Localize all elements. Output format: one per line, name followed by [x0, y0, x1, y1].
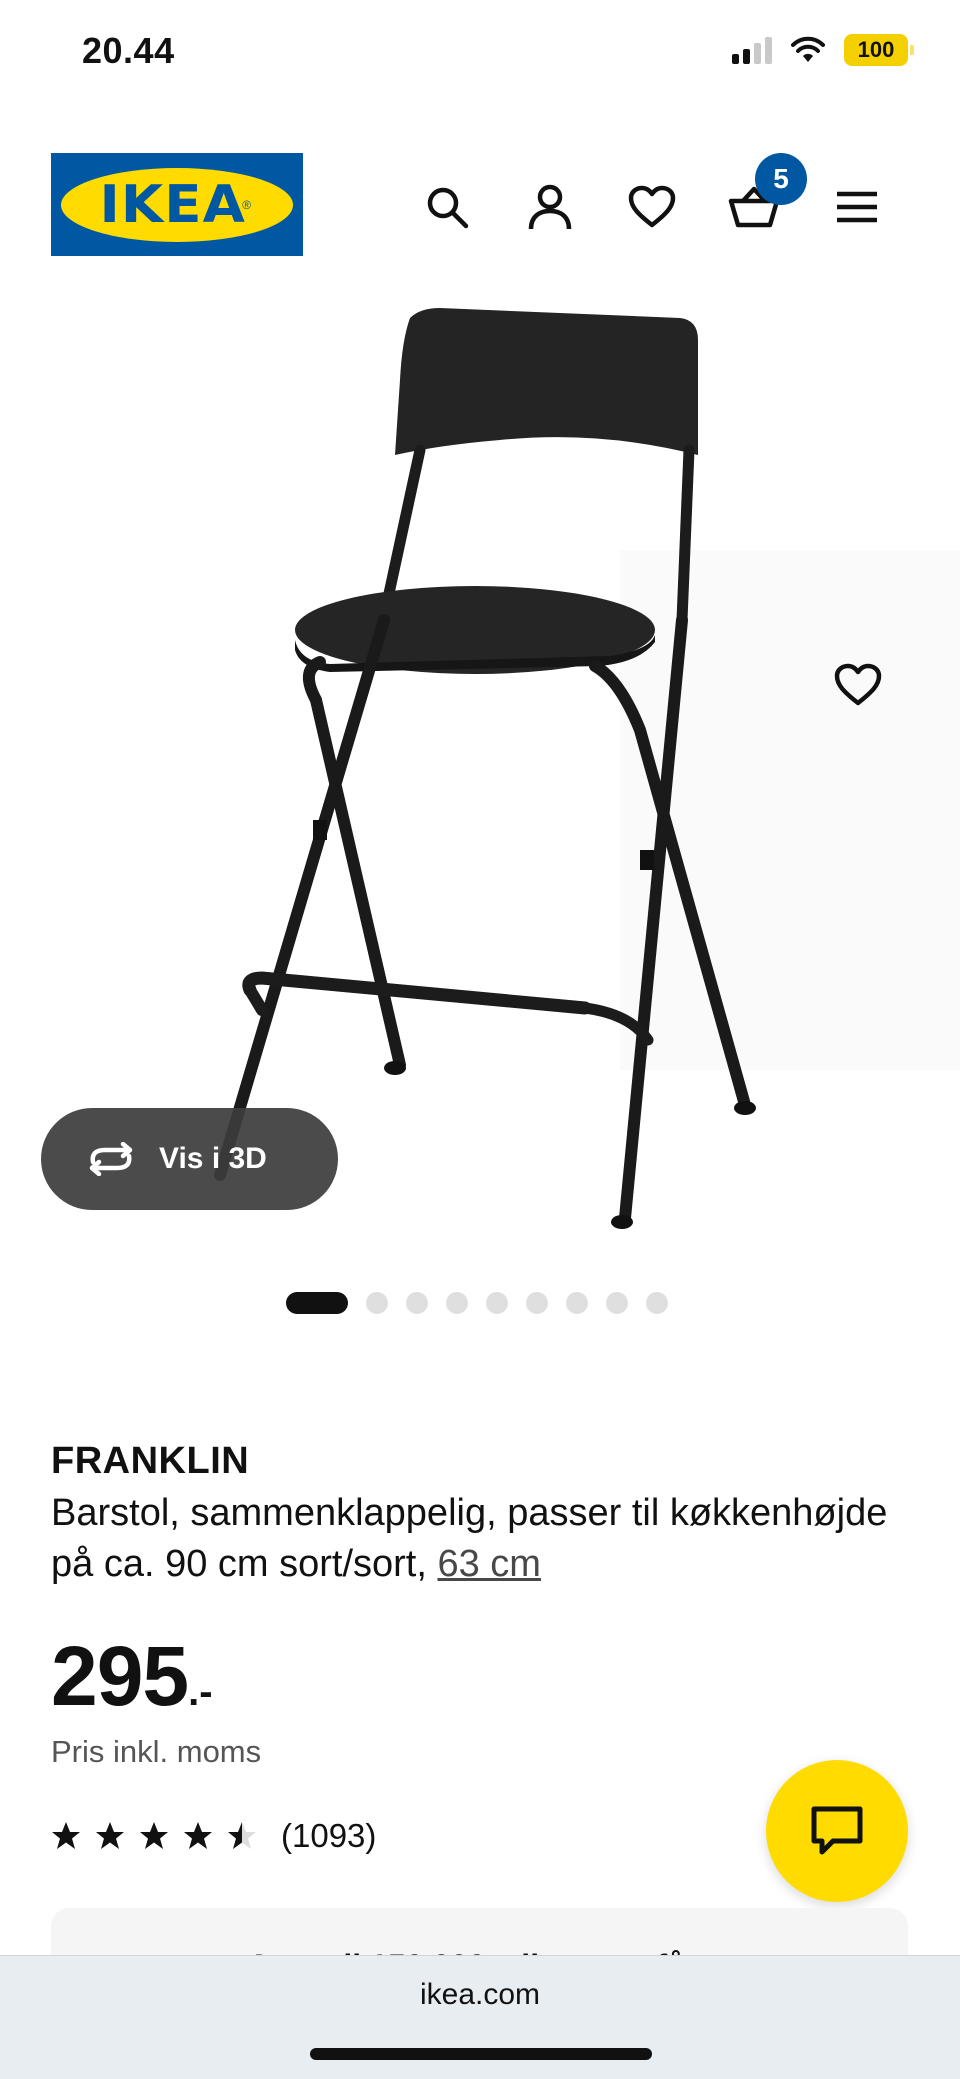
- heart-icon[interactable]: [625, 180, 679, 234]
- carousel-dot-active[interactable]: [286, 1292, 348, 1314]
- url-text: ikea.com: [419, 1978, 541, 2011]
- chat-button[interactable]: [766, 1760, 908, 1902]
- price-integer: 295: [51, 1629, 189, 1723]
- carousel-dot[interactable]: [646, 1292, 668, 1314]
- cart-count-badge: 5: [755, 153, 807, 205]
- carousel-pagination: [286, 1292, 668, 1314]
- status-time: 20.44: [82, 30, 175, 71]
- carousel-dot[interactable]: [566, 1292, 588, 1314]
- product-description: Barstol, sammenklappelig, passer til køk…: [51, 1488, 921, 1590]
- status-bar: 20.44 100: [0, 0, 960, 110]
- carousel-dot[interactable]: [406, 1292, 428, 1314]
- ikea-logo[interactable]: IKEA ®: [51, 153, 303, 256]
- chat-bubble-icon: [811, 1806, 863, 1855]
- site-header: IKEA ®: [0, 150, 960, 260]
- carousel-dot[interactable]: [606, 1292, 628, 1314]
- home-indicator: [310, 2048, 652, 2060]
- rating-count: (1093): [281, 1817, 377, 1854]
- price-note: Pris inkl. moms: [51, 1734, 262, 1769]
- star-icon: [140, 1822, 168, 1849]
- battery-icon: 100: [844, 34, 914, 66]
- product-gallery[interactable]: [0, 290, 960, 1250]
- save-to-favourites-heart-icon[interactable]: [828, 655, 888, 715]
- menu-icon[interactable]: [830, 180, 884, 234]
- star-icon: [52, 1822, 80, 1849]
- product-name: FRANKLIN: [51, 1440, 250, 1482]
- price-suffix: .-: [188, 1670, 213, 1714]
- star-icon: [96, 1822, 124, 1849]
- product-price: 295 .-: [51, 1628, 213, 1725]
- search-icon[interactable]: [420, 180, 474, 234]
- star-icon: [228, 1822, 256, 1849]
- view-in-3d-button[interactable]: Vis i 3D: [41, 1108, 338, 1210]
- carousel-dot[interactable]: [366, 1292, 388, 1314]
- product-rating[interactable]: (1093): [51, 1817, 376, 1855]
- rating-stars: [51, 1821, 257, 1851]
- carousel-dot[interactable]: [446, 1292, 468, 1314]
- browser-url-bar[interactable]: ikea.com: [0, 1955, 960, 2079]
- rotate-3d-icon: [89, 1142, 133, 1176]
- account-icon[interactable]: [523, 180, 577, 234]
- logo-text: IKEA: [99, 174, 246, 235]
- carousel-dot[interactable]: [526, 1292, 548, 1314]
- status-icons: 100: [732, 34, 914, 66]
- carousel-dot[interactable]: [486, 1292, 508, 1314]
- cellular-signal-icon: [732, 36, 772, 64]
- size-link[interactable]: 63 cm: [437, 1543, 540, 1585]
- wifi-icon: [791, 36, 825, 62]
- view-in-3d-label: Vis i 3D: [159, 1142, 267, 1175]
- logo-oval: IKEA ®: [61, 167, 293, 242]
- product-image: [214, 308, 756, 1229]
- star-icon: [184, 1822, 212, 1849]
